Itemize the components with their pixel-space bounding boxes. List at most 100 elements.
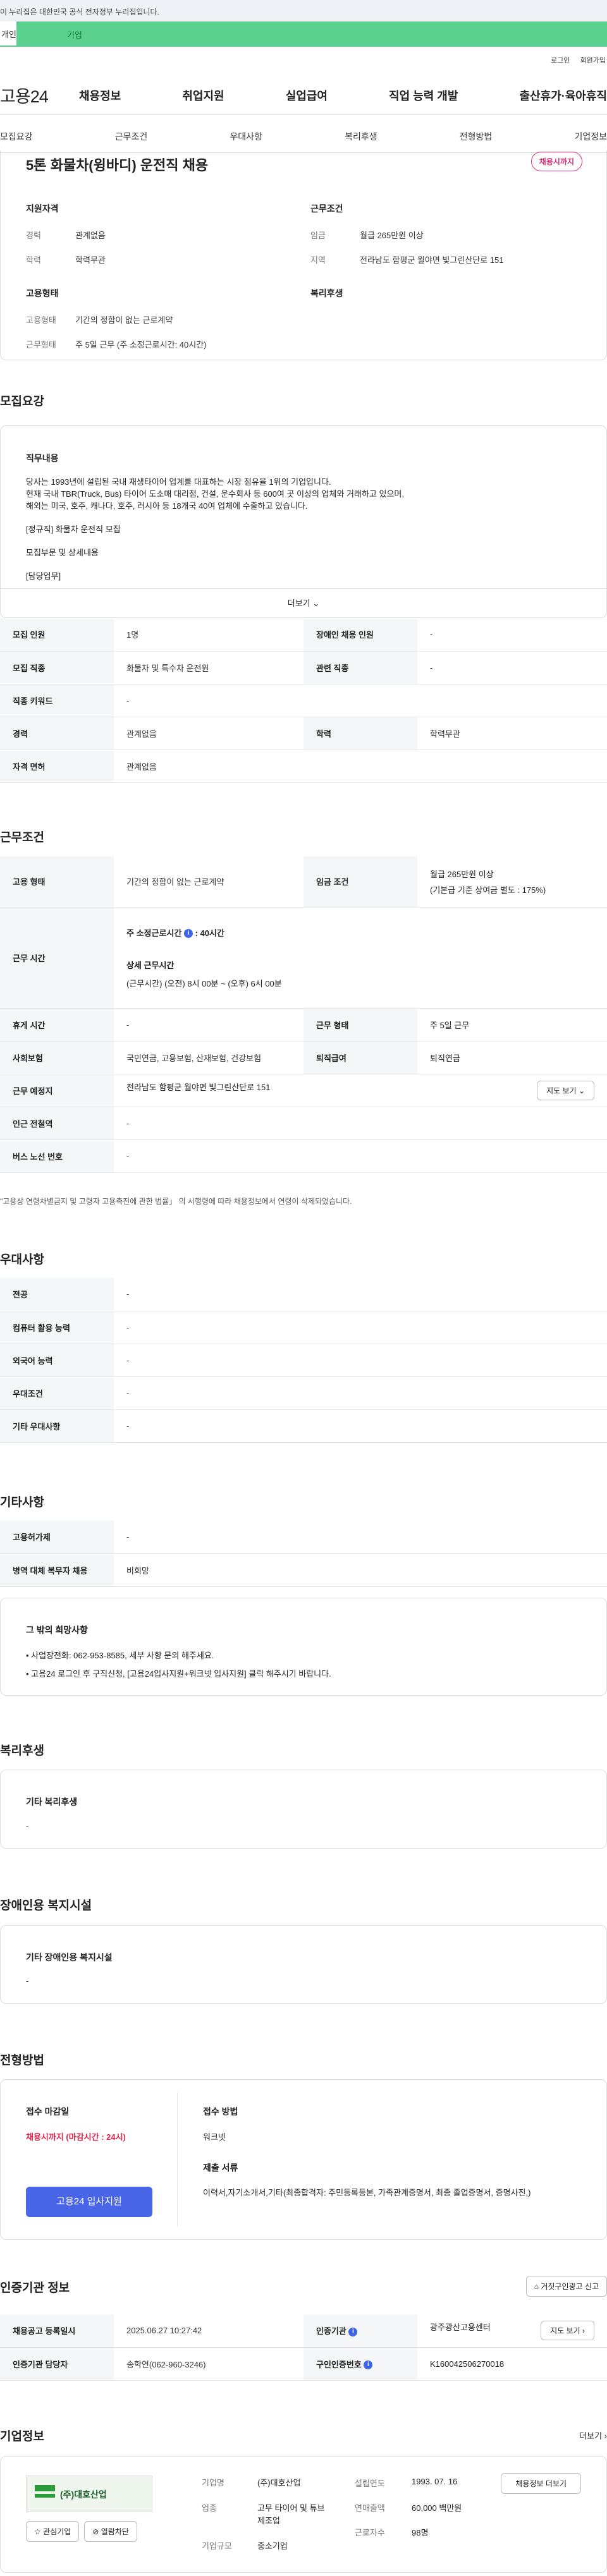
table-header: 고용 형태 [0, 856, 114, 908]
favorite-button[interactable]: ☆ 관심기업 [26, 2521, 80, 2542]
table-cell: K160042506270018 [417, 2347, 607, 2381]
company-logo-icon: (주)대호산업 [35, 2485, 107, 2500]
org-label: 인증기관 [316, 2326, 346, 2336]
table-header: 기타 우대사항 [0, 1409, 114, 1443]
gnb-item-support[interactable]: 취업지원 [182, 87, 224, 104]
method-value: 워크넷 [203, 2132, 226, 2142]
table-row: 경력 관계없음 학력 학력무관 [0, 717, 607, 750]
table-header: 인증기관 담당자 [0, 2347, 114, 2381]
table-header: 고용허가제 [0, 1521, 114, 1554]
subnav-apply[interactable]: 전형방법 [460, 130, 493, 143]
table-row: 고용 형태 기간의 정함이 없는 근로계약 임금 조건 월급 265만원 이상 (… [0, 856, 607, 908]
site-logo[interactable]: 고용24 [0, 83, 79, 107]
table-row: 인증기관 담당자 송학연(062-960-3246) 구인인증번호 i K160… [0, 2347, 607, 2381]
table-cell: 주 소정근로시간 i : 40시간 상세 근무시간 (근무시간) (오전) 8시… [114, 907, 607, 1009]
table-cell: 비희망 [114, 1553, 607, 1587]
agency-table: 채용공고 등록일시 2025.06.27 10:27:42 인증기관 i 광주광… [0, 2314, 607, 2381]
table-row: 휴게 시간 - 근무 형태 주 5일 근무 [0, 1008, 607, 1042]
welfare-heading: 복리후생 [310, 288, 343, 298]
wish-box: 그 밖의 희망사항 • 사업장전화: 062-953-8585, 세부 사항 문… [0, 1598, 607, 1696]
table-cell: - [114, 684, 607, 717]
wish-title: 그 밖의 희망사항 [26, 1625, 88, 1635]
table-cell: - [114, 1376, 607, 1410]
worktime-detail-label: 상세 근무시간 [126, 960, 175, 970]
worktime-detail: (근무시간) (오전) 8시 00분 ~ (오후) 6시 00분 [126, 978, 282, 988]
table-row: 병역 대체 복무자 채용 비희망 [0, 1553, 607, 1587]
block-button[interactable]: ⊘ 열람차단 [84, 2521, 137, 2542]
signup-link[interactable]: 회원가입 [580, 55, 606, 65]
table-cell: - [114, 1409, 607, 1443]
map-button[interactable]: 지도 보기 ⌄ [537, 1080, 594, 1100]
company-more-link[interactable]: 더보기 › [579, 2429, 607, 2441]
table-cell: - [417, 651, 607, 684]
worktype-value: 주 5일 근무 (주 소정근로시간: 40시간) [75, 340, 207, 349]
gnb-menu: 채용정보 취업지원 실업급여 직업 능력 개발 출산휴가·육아휴직 [79, 87, 607, 104]
agency-map-button[interactable]: 지도 보기 › [541, 2321, 594, 2341]
star-icon: ☆ [34, 2527, 41, 2536]
table-row: 우대조건 - [0, 1376, 607, 1410]
table-header: 모집 직종 [0, 651, 114, 684]
worktype-label: 근무형태 [26, 340, 56, 349]
info-icon[interactable]: i [348, 2327, 358, 2336]
table-row: 인근 전철역 - [0, 1107, 607, 1140]
org-value: 광주광산고용센터 [430, 2323, 491, 2333]
facility-box: 기타 장애인용 복지시설 - [0, 1925, 607, 2004]
welfare-value: - [26, 1821, 29, 1830]
facility-sub: 기타 장애인용 복지시설 [26, 1952, 113, 1962]
facility-title: 장애인용 복지시설 [0, 1899, 92, 1912]
subnav-company[interactable]: 기업정보 [574, 130, 607, 143]
report-button-label: 거짓구인광고 신고 [541, 2282, 599, 2291]
table-cell: 화물차 및 특수차 운전원 [114, 651, 304, 684]
table-row: 전공 - [0, 1278, 607, 1311]
company-jobs-button[interactable]: 채용정보 더보기 [501, 2473, 581, 2494]
employees-value: 98명 [412, 2528, 429, 2537]
report-icon: ⌂ [534, 2282, 539, 2291]
sales-value: 60,000 백만원 [412, 2503, 462, 2513]
info-icon[interactable]: i [183, 929, 193, 939]
welfare-box: 기타 복리후생 - [0, 1770, 607, 1849]
report-button[interactable]: ⌂ 거짓구인광고 신고 [525, 2276, 607, 2297]
table-header: 직종 키워드 [0, 684, 114, 717]
table-row: 사회보험 국민연금, 고용보험, 산재보험, 건강보험 퇴직급여 퇴직연금 [0, 1041, 607, 1074]
svg-text:(주)대호산업: (주)대호산업 [60, 2489, 107, 2500]
favorite-label: 관심기업 [43, 2527, 71, 2536]
year-value: 1993. 07. 16 [412, 2477, 458, 2486]
tab-company[interactable]: 기업 [16, 21, 607, 47]
job-desc-line: 모집부문 및 상세내용 [26, 548, 99, 557]
table-cell: 학력무관 [417, 717, 607, 750]
subnav-welfare[interactable]: 복리후생 [345, 130, 377, 143]
pref-table: 전공 - 컴퓨터 활용 능력 - 외국어 능력 - 우대조건 - 기타 우대사항 - [0, 1278, 607, 1443]
emptype-label: 고용형태 [26, 315, 56, 325]
table-cell: 기간의 정함이 없는 근로계약 [114, 856, 304, 908]
company-logo: (주)대호산업 [26, 2476, 152, 2512]
gnb-item-leave[interactable]: 출산휴가·육아휴직 [520, 87, 607, 104]
table-row: 고용허가제 - [0, 1521, 607, 1554]
subnav-work[interactable]: 근무조건 [115, 130, 148, 143]
table-cell: 관계없음 [114, 750, 607, 783]
subnav-pref[interactable]: 우대사항 [230, 130, 262, 143]
chevron-down-icon: ⌄ [578, 1086, 585, 1095]
tab-personal[interactable]: 개인 [0, 21, 16, 47]
worktime-label: 주 소정근로시간 [126, 928, 182, 938]
wage-value: 월급 265만원 이상 [360, 231, 424, 240]
worktime-value: : 40시간 [195, 928, 224, 938]
job-desc-line: 해외는 미국, 호주, 캐나다, 호주, 러시아 등 18개국 40여 업체에 … [26, 501, 308, 511]
welfare-sub: 기타 복리후생 [26, 1797, 78, 1807]
block-icon: ⊘ [92, 2527, 99, 2536]
apply-button[interactable]: 고용24 입사지원 [26, 2187, 152, 2217]
more-button[interactable]: 더보기 ⌄ [1, 588, 606, 617]
wish-line: • 고용24 로그인 후 구직신청, [고용24입사지원+워크넷 입사지원] 클… [26, 1669, 331, 1679]
info-icon[interactable]: i [364, 2360, 373, 2370]
gnb-item-training[interactable]: 직업 능력 개발 [389, 87, 458, 104]
subnav-recruit[interactable]: 모집요강 [0, 130, 33, 143]
gov-notice-bar: 이 누리집은 대한민국 공식 전자정부 누리집입니다. [0, 0, 607, 21]
login-link[interactable]: 로그인 [551, 55, 570, 65]
work-table: 고용 형태 기간의 정함이 없는 근로계약 임금 조건 월급 265만원 이상 (… [0, 856, 607, 1173]
table-cell: 주 5일 근무 [417, 1008, 607, 1042]
util-links: 로그인 회원가입 [0, 51, 607, 70]
place-value: 전라남도 함평군 월야면 빛그린산단로 151 [126, 1082, 271, 1092]
table-cell: 관계없음 [114, 717, 304, 750]
gnb-item-jobs[interactable]: 채용정보 [79, 87, 121, 104]
gnb-item-benefit[interactable]: 실업급여 [286, 87, 328, 104]
global-nav: 고용24 채용정보 취업지원 실업급여 직업 능력 개발 출산휴가·육아휴직 [0, 76, 607, 115]
